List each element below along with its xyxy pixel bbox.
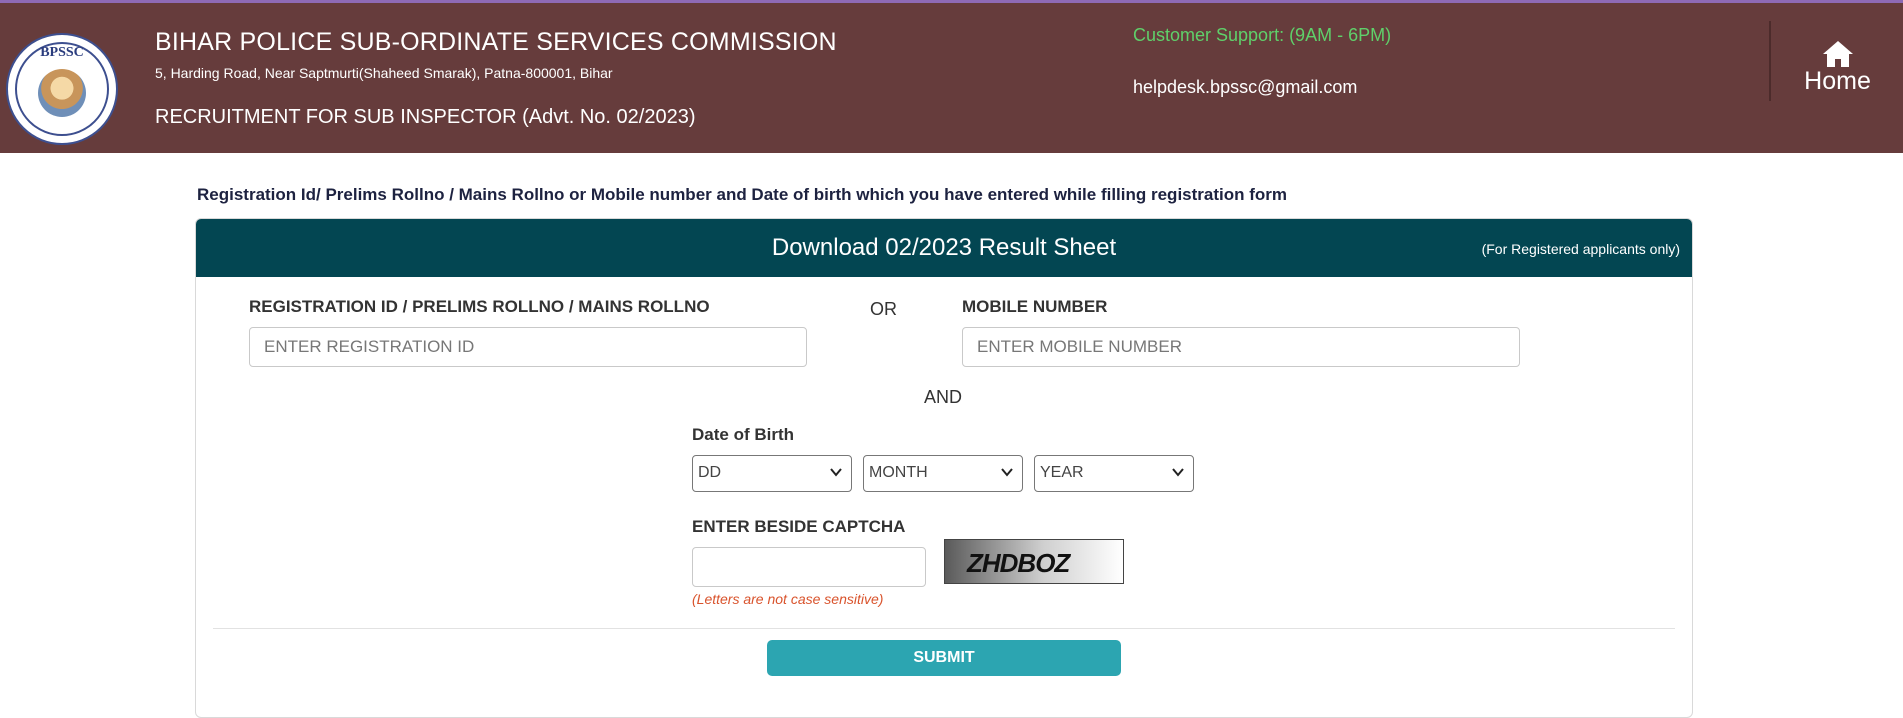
- card-title: Download 02/2023 Result Sheet: [771, 234, 1117, 261]
- registration-id-input[interactable]: [249, 327, 807, 367]
- dob-day-select[interactable]: DD: [692, 455, 852, 492]
- card-header: Download 02/2023 Result Sheet (For Regis…: [196, 219, 1692, 277]
- instruction-text: Registration Id/ Prelims Rollno / Mains …: [197, 185, 1288, 204]
- captcha-image: ZHDBOZ: [944, 539, 1124, 584]
- dob-year-value: YEAR: [1040, 464, 1084, 481]
- chevron-down-icon: [830, 468, 842, 477]
- chevron-down-icon: [1001, 468, 1013, 477]
- captcha-label: ENTER BESIDE CAPTCHA: [692, 517, 906, 536]
- captcha-input[interactable]: [692, 547, 926, 587]
- form-divider: [213, 628, 1675, 629]
- organization-title: BIHAR POLICE SUB-ORDINATE SERVICES COMMI…: [155, 28, 837, 56]
- recruitment-title: RECRUITMENT FOR SUB INSPECTOR (Advt. No.…: [155, 106, 696, 128]
- chevron-down-icon: [1172, 468, 1184, 477]
- bpssc-logo: BPSSC: [6, 33, 118, 145]
- mobile-number-input[interactable]: [962, 327, 1520, 367]
- captcha-hint: (Letters are not case sensitive): [692, 591, 884, 607]
- dob-month-select[interactable]: MONTH: [863, 455, 1023, 492]
- registration-label: REGISTRATION ID / PRELIMS ROLLNO / MAINS…: [249, 297, 710, 316]
- header-divider: [1769, 21, 1771, 101]
- captcha-text: ZHDBOZ: [967, 548, 1070, 578]
- dob-label: Date of Birth: [692, 425, 794, 444]
- and-separator: AND: [924, 387, 963, 407]
- helpdesk-email[interactable]: helpdesk.bpssc@gmail.com: [1133, 77, 1357, 98]
- home-icon: [1822, 41, 1853, 67]
- dob-month-value: MONTH: [869, 464, 928, 481]
- organization-address: 5, Harding Road, Near Saptmurti(Shaheed …: [155, 65, 613, 81]
- dob-day-value: DD: [698, 464, 722, 481]
- customer-support-text: Customer Support: (9AM - 6PM): [1133, 25, 1392, 45]
- logo-text: BPSSC: [40, 45, 84, 60]
- mobile-label: MOBILE NUMBER: [962, 297, 1108, 316]
- home-link[interactable]: Home: [1790, 39, 1885, 96]
- logo-emblem: [38, 69, 86, 117]
- or-separator: OR: [870, 299, 897, 319]
- site-header: BPSSC BIHAR POLICE SUB-ORDINATE SERVICES…: [0, 3, 1903, 153]
- registered-only-note: (For Registered applicants only): [1481, 241, 1680, 257]
- dob-year-select[interactable]: YEAR: [1034, 455, 1194, 492]
- home-label: Home: [1804, 67, 1871, 95]
- submit-button[interactable]: SUBMIT: [767, 640, 1121, 676]
